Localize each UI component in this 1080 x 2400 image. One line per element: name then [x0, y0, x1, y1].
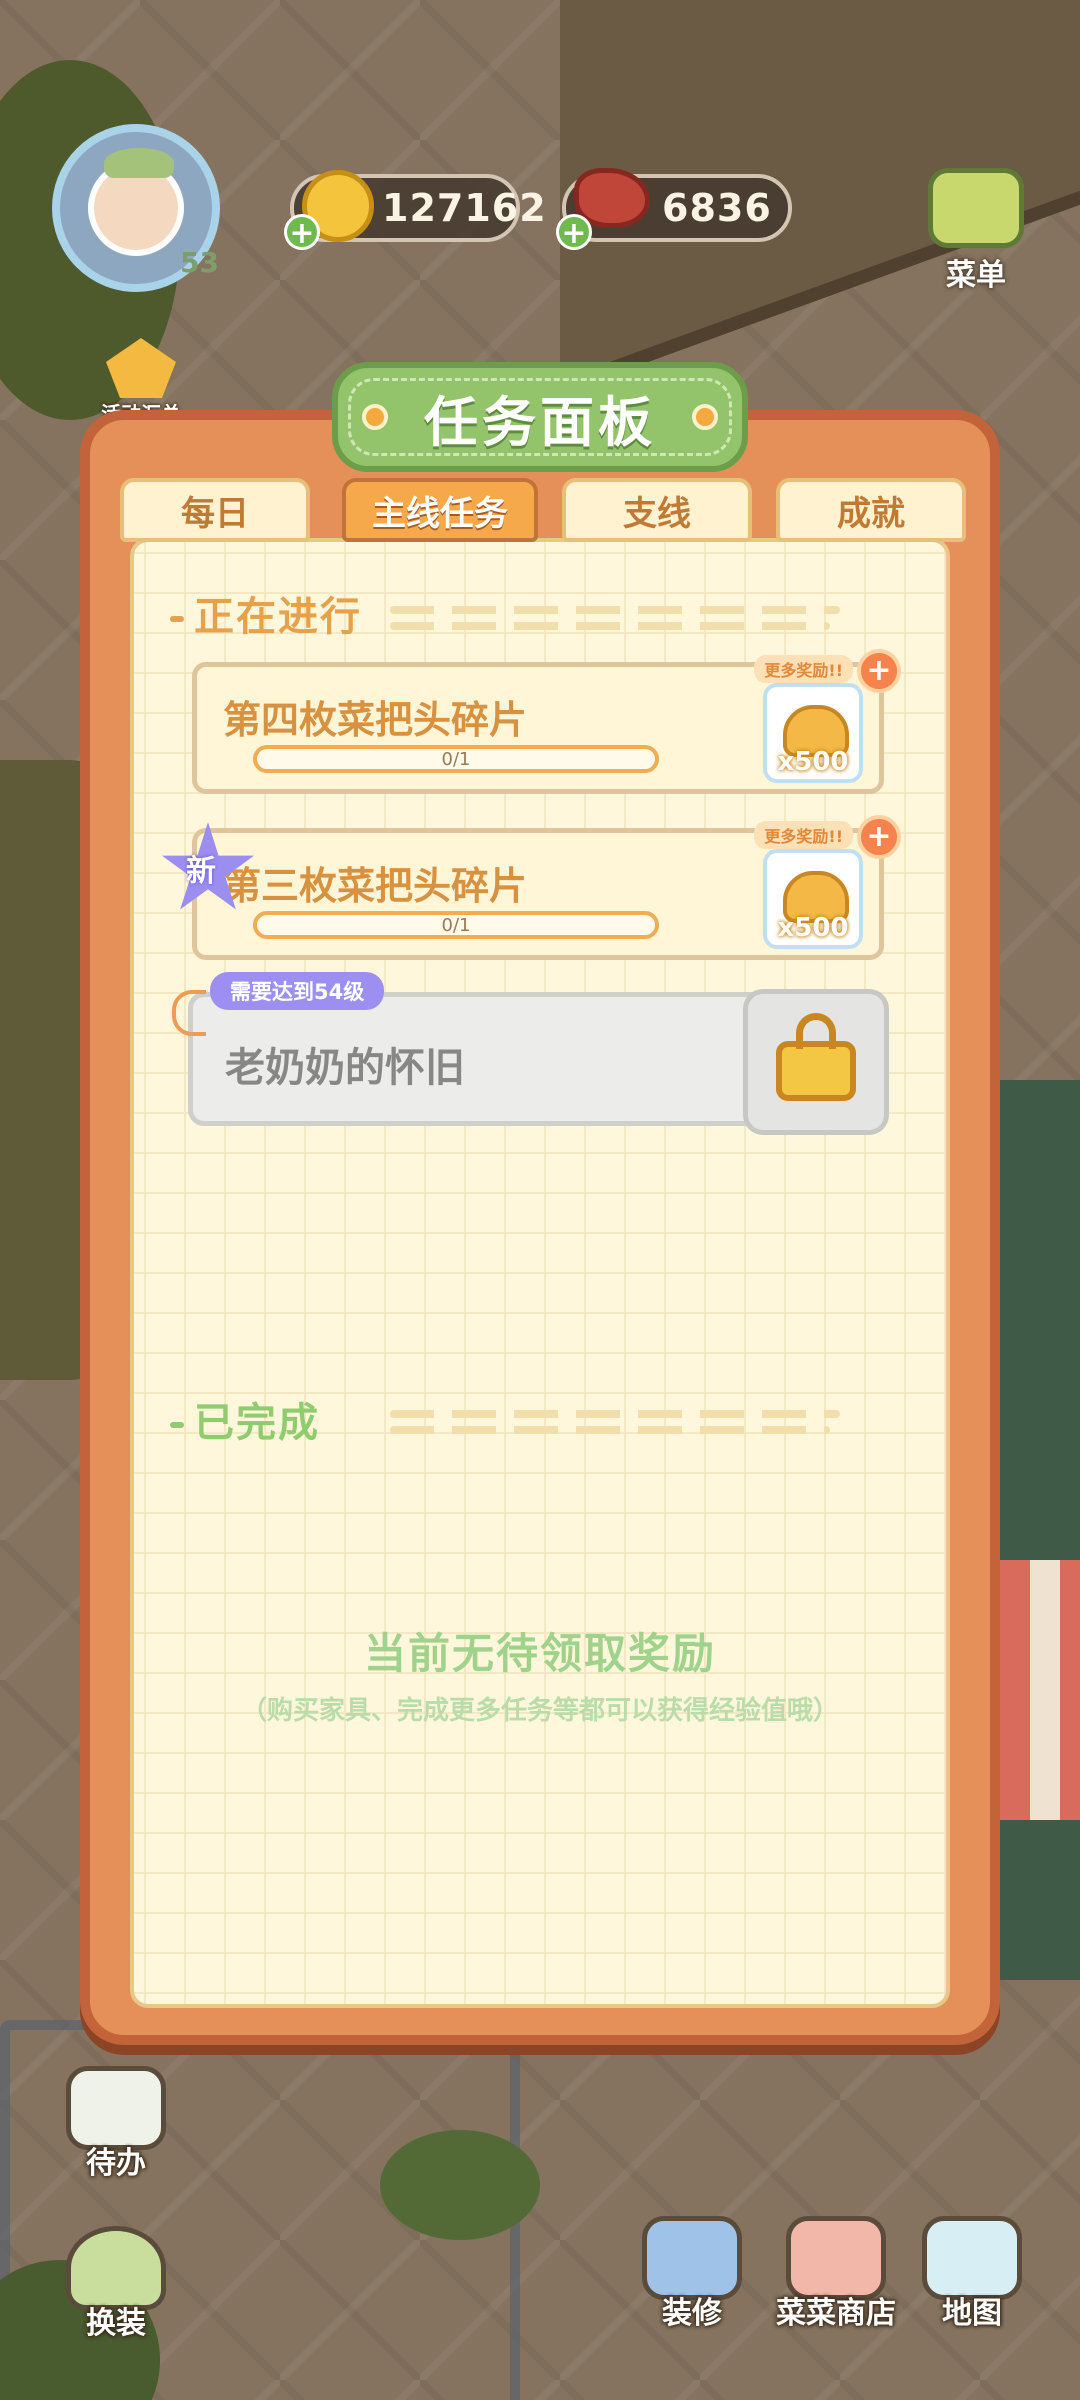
task-progress-text: 0/1	[441, 749, 471, 770]
dashed-divider	[390, 1410, 840, 1418]
empty-rewards-title: 当前无待领取奖励	[363, 1629, 716, 1678]
avatar-face-icon	[88, 148, 184, 256]
reward-quantity: x500	[777, 913, 849, 943]
tab-achievements[interactable]: 成就	[776, 478, 966, 542]
tab-main-quest[interactable]: 主线任务	[342, 478, 538, 542]
bullet	[170, 616, 184, 622]
task-name: 第四枚菜把头碎片	[223, 698, 528, 742]
coin-value: 127162	[382, 186, 547, 230]
lock-icon	[776, 1013, 856, 1101]
completed-heading: 已完成	[170, 1390, 320, 1448]
dashed-divider	[390, 606, 840, 614]
meat-value: 6836	[662, 186, 772, 230]
panel-title: 任务面板	[424, 390, 656, 454]
house-icon	[106, 338, 176, 398]
more-rewards-plus-icon[interactable]: +	[857, 815, 901, 859]
new-badge: 新	[186, 854, 216, 889]
flower-bed	[380, 2130, 540, 2240]
completed-label: 已完成	[194, 1400, 320, 1446]
level-requirement-badge: 需要达到54级	[210, 972, 385, 1010]
veggie-shop-label: 菜菜商店	[776, 2296, 896, 2331]
menu-icon	[928, 168, 1024, 248]
empty-rewards-hint: （购买家具、完成更多任务等都可以获得经验值哦）	[240, 1696, 839, 1726]
lock-box	[743, 989, 889, 1135]
more-rewards-tag: 更多奖励!!	[754, 821, 853, 849]
locked-task-name: 老奶奶的怀旧	[225, 1045, 465, 1091]
in-progress-heading: 正在进行	[170, 584, 362, 642]
bullet	[170, 1422, 184, 1428]
task-name: 第三枚菜把头碎片	[223, 864, 528, 908]
veggie-shop-button[interactable]: 菜菜商店	[766, 2216, 906, 2346]
meat-counter[interactable]: + 6836	[556, 168, 792, 251]
more-rewards-tag: 更多奖励!!	[754, 655, 853, 683]
fruit-stall-awning	[1000, 1560, 1080, 1820]
dashed-divider	[390, 1426, 830, 1434]
tab-side-quest[interactable]: 支线	[562, 478, 752, 542]
task-card[interactable]: 第四枚菜把头碎片 0/1 x500 更多奖励!! +	[192, 649, 901, 794]
tag-hook	[172, 990, 206, 1036]
task-tabs: 每日 主线任务 支线 成就	[120, 478, 966, 548]
menu-label: 菜单	[946, 258, 1006, 293]
add-coins-icon[interactable]: +	[284, 214, 320, 251]
coin-counter[interactable]: + 127162	[284, 170, 546, 251]
panel-title-banner: 任务面板	[332, 362, 748, 472]
reward-item[interactable]: x500	[763, 683, 863, 783]
reward-quantity: x500	[777, 747, 849, 777]
task-card[interactable]: 第三枚菜把头碎片 0/1 x500 更多奖励!! +	[192, 815, 901, 960]
player-level: 53	[180, 246, 219, 279]
menu-button[interactable]: 菜单	[924, 168, 1028, 293]
dressup-button[interactable]: 换装	[56, 2226, 176, 2356]
decor-dot	[692, 404, 718, 430]
todo-label: 待办	[86, 2146, 146, 2181]
add-meat-icon[interactable]: +	[556, 214, 592, 251]
tab-daily[interactable]: 每日	[120, 478, 310, 542]
decorate-button[interactable]: 装修	[632, 2216, 752, 2346]
dressup-label: 换装	[86, 2306, 146, 2341]
in-progress-label: 正在进行	[194, 594, 362, 640]
task-progress-text: 0/1	[441, 915, 471, 936]
dashed-divider	[390, 622, 830, 630]
map-button[interactable]: 地图	[912, 2216, 1032, 2346]
locked-task-card[interactable]: 老奶奶的怀旧	[188, 989, 889, 1135]
decorate-label: 装修	[662, 2296, 722, 2331]
more-rewards-plus-icon[interactable]: +	[857, 649, 901, 693]
reward-item[interactable]: x500	[763, 849, 863, 949]
todo-button[interactable]: 待办	[56, 2066, 176, 2196]
map-label: 地图	[942, 2296, 1002, 2331]
decor-dot	[362, 404, 388, 430]
